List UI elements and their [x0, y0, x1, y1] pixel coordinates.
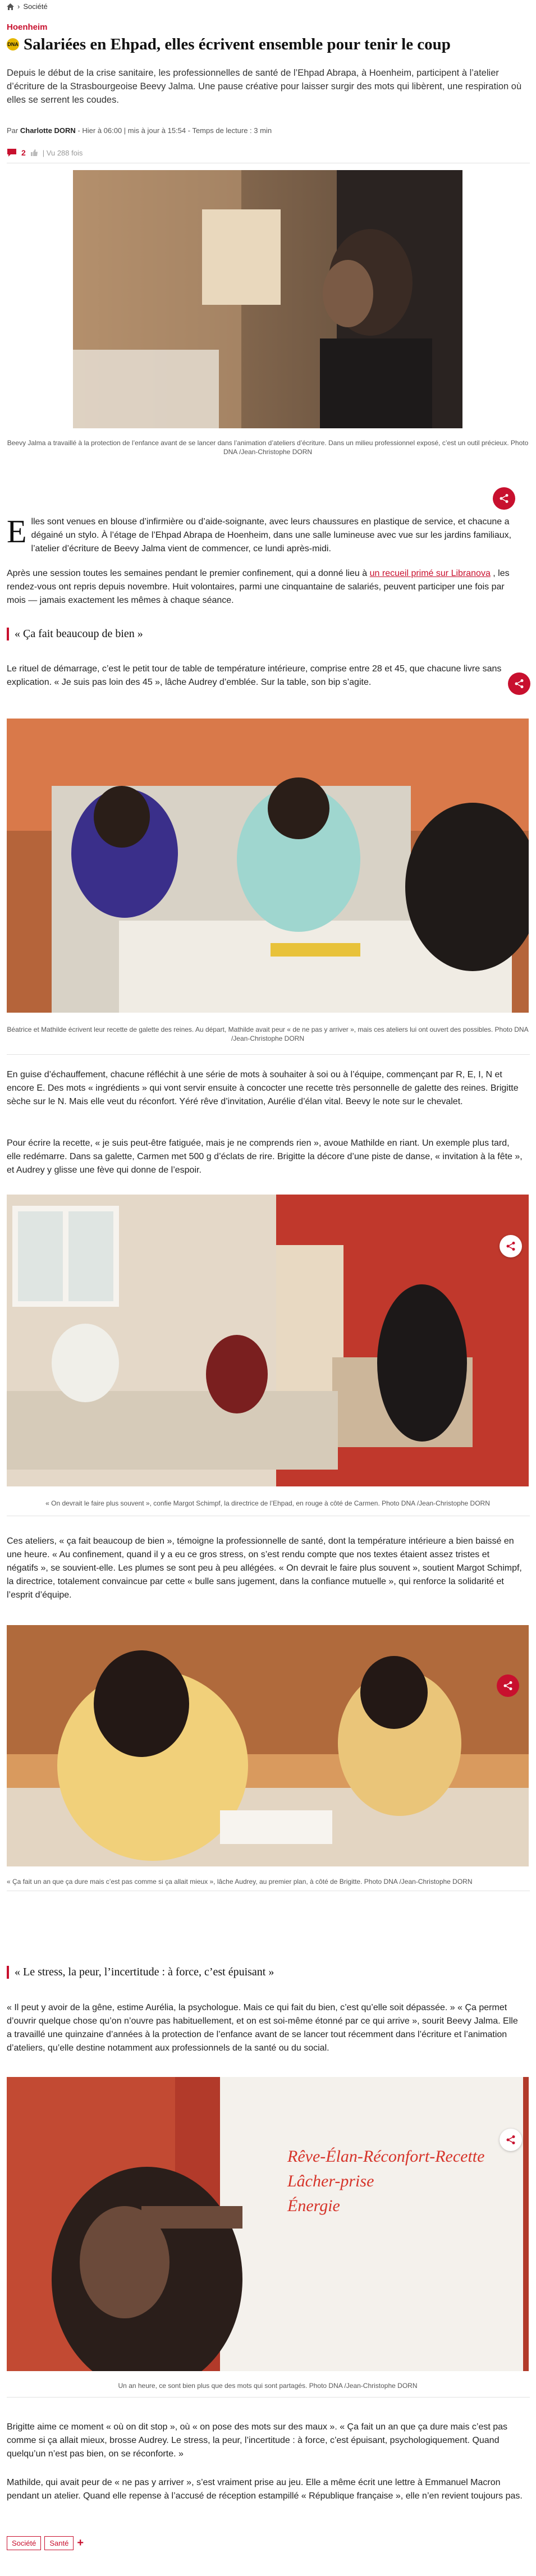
paragraph: Ces ateliers, « ça fait beaucoup de bien…	[7, 1536, 522, 1600]
byline: Par Charlotte DORN - Hier à 06:00 | mis …	[7, 126, 272, 135]
share-icon	[506, 1242, 515, 1251]
paragraph: Pour écrire la recette, « je suis peut-ê…	[7, 1138, 523, 1175]
page-title: DNA Salariées en Ehpad, elles écrivent e…	[7, 35, 529, 54]
photo-caption: Beevy Jalma a travaillé à la protection …	[7, 439, 529, 456]
share-button[interactable]	[500, 1235, 522, 1257]
paragraph: Après une session toutes les semaines pe…	[7, 569, 510, 605]
dropcap: E	[7, 513, 27, 550]
article-photo[interactable]	[7, 1625, 529, 1866]
share-icon	[503, 1681, 512, 1690]
headline-text: Salariées en Ehpad, elles écrivent ensem…	[24, 35, 451, 53]
add-tag-button[interactable]: +	[77, 2537, 84, 2550]
paragraph: Le rituel de démarrage, c’est le petit t…	[7, 664, 502, 687]
breadcrumb: › Société	[7, 2, 48, 11]
photo-workshop-table	[7, 719, 529, 1013]
whiteboard-text: Rêve-Élan-Réconfort-Recette Lâcher-prise…	[287, 2147, 485, 2215]
recueil-link[interactable]: un recueil primé sur Libranova	[370, 569, 491, 578]
breadcrumb-section[interactable]: Société	[23, 2, 47, 11]
photo-room-director	[7, 1195, 529, 1486]
article-photo[interactable]	[7, 719, 529, 1013]
share-icon	[506, 2135, 515, 2144]
share-icon	[500, 494, 508, 503]
section-heading: « Ça fait beaucoup de bien »	[7, 628, 143, 640]
article-kicker[interactable]: Hoenheim	[7, 22, 48, 32]
publish-date: - Hier à 06:00 | mis à jour à 15:54 - Te…	[77, 126, 272, 135]
share-button[interactable]	[497, 1674, 519, 1697]
share-button[interactable]	[508, 672, 530, 695]
tag-sante[interactable]: Santé	[44, 2536, 74, 2550]
share-button[interactable]	[500, 2129, 522, 2151]
tag-societe[interactable]: Société	[7, 2536, 42, 2550]
comment-icon[interactable]	[7, 148, 17, 157]
article-lead: Depuis le début de la crise sanitaire, l…	[7, 68, 522, 105]
paragraph: En guise d’échauffement, chacune réfléch…	[7, 1070, 519, 1106]
author-link[interactable]: Charlotte DORN	[20, 126, 76, 135]
paragraph: Brigitte aime ce moment « où on dit stop…	[7, 2422, 508, 2459]
divider	[7, 1054, 530, 1055]
photo-caption: « On devrait le faire plus souvent », co…	[45, 1499, 490, 1507]
article-photo[interactable]	[7, 1195, 529, 1486]
home-icon[interactable]	[7, 3, 14, 10]
views-count: | Vu 288 fois	[42, 148, 83, 157]
photo-whiteboard	[7, 2077, 529, 2371]
share-button[interactable]	[493, 487, 515, 510]
section-heading: « Le stress, la peur, l’incertitude : à …	[7, 1966, 274, 1979]
dna-badge-icon: DNA	[7, 38, 19, 51]
chevron-right-icon: ›	[17, 2, 20, 11]
tag-list: Société Santé +	[7, 2536, 84, 2550]
paragraph: Mathilde, qui avait peur de « ne pas y a…	[7, 2478, 523, 2501]
photo-caption: Un an heure, ce sont bien plus que des m…	[118, 2382, 418, 2390]
share-icon	[515, 679, 524, 688]
photo-caption: « Ça fait un an que ça dure mais c’est p…	[7, 1878, 473, 1886]
thumb-up-icon[interactable]	[30, 149, 38, 157]
article-photo[interactable]	[73, 170, 462, 428]
paragraph: « Il peut y avoir de la gêne, estime Aur…	[7, 2003, 518, 2053]
photo-caption: Béatrice et Mathilde écrivent leur recet…	[7, 1026, 529, 1042]
social-bar: 2 | Vu 288 fois	[7, 148, 83, 157]
photo-audrey-brigitte	[7, 1625, 529, 1866]
comments-count[interactable]: 2	[21, 148, 26, 157]
article-photo[interactable]: Rêve-Élan-Réconfort-Recette Lâcher-prise…	[7, 2077, 529, 2371]
photo-woman-writing	[73, 170, 462, 428]
paragraph: Elles sont venues en blouse d’infirmière…	[7, 513, 512, 554]
